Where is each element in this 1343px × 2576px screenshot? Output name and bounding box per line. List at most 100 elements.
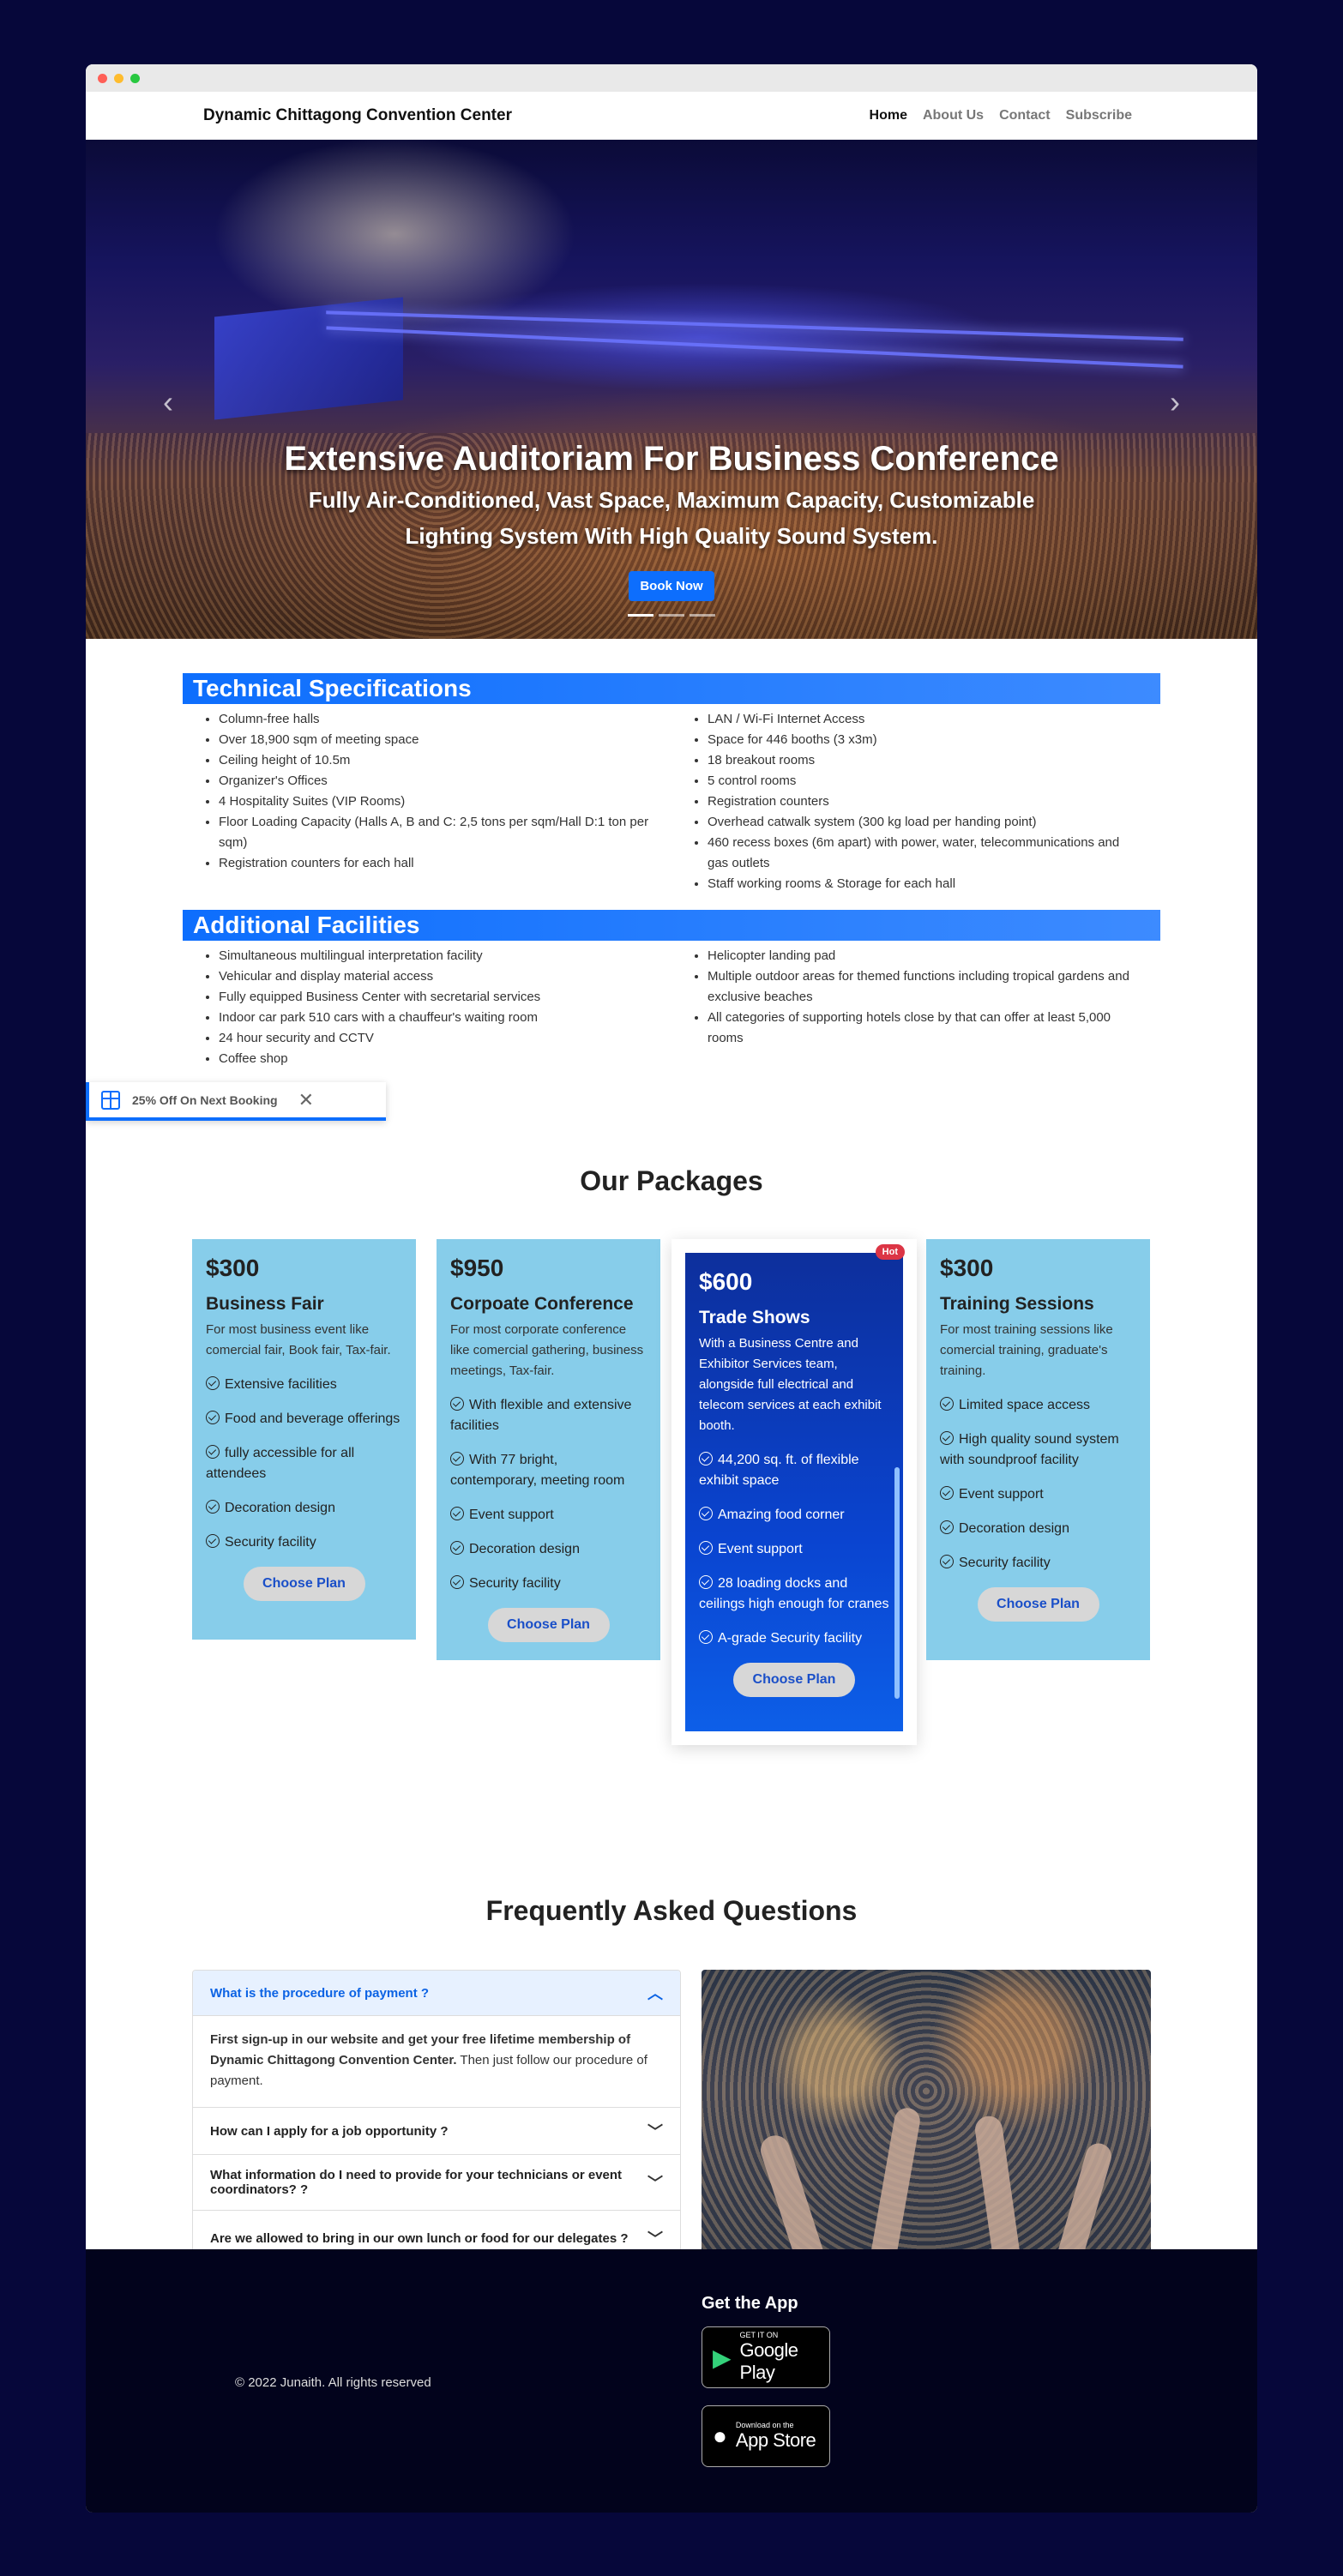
maximize-window-dot[interactable] bbox=[130, 73, 140, 83]
check-circle-icon bbox=[940, 1431, 954, 1445]
facilities-list-left: Simultaneous multilingual interpretation… bbox=[183, 946, 672, 1069]
hero-caption: Extensive Auditoriam For Business Confer… bbox=[86, 440, 1257, 601]
close-window-dot[interactable] bbox=[98, 73, 107, 83]
feature-item: Event support bbox=[940, 1484, 1136, 1505]
tech-list-right: LAN / Wi-Fi Internet Access Space for 44… bbox=[672, 709, 1160, 894]
feature-item: High quality sound system with soundproo… bbox=[940, 1431, 1119, 1467]
book-now-button[interactable]: Book Now bbox=[629, 571, 714, 601]
promo-toast[interactable]: 25% Off On Next Booking ✕ bbox=[86, 1082, 386, 1121]
faq-question[interactable]: What information do I need to provide fo… bbox=[193, 2155, 680, 2210]
chevron-up-icon: ︿ bbox=[647, 1985, 663, 2002]
feature-item: A-grade Security facility bbox=[699, 1628, 889, 1649]
feature-item: 44,200 sq. ft. of flexible exhibit space bbox=[699, 1452, 859, 1488]
list-item: Fully equipped Business Center with secr… bbox=[219, 987, 672, 1008]
faq-accordion: What is the procedure of payment ? ︿ Fir… bbox=[192, 1970, 681, 2266]
nav-about-us[interactable]: About Us bbox=[923, 108, 984, 123]
carousel-indicator[interactable] bbox=[690, 614, 715, 617]
package-card: $300 Business Fair For most business eve… bbox=[192, 1239, 416, 1640]
chevron-down-icon: ﹀ bbox=[647, 2123, 663, 2140]
feature-item: Decoration design bbox=[206, 1498, 402, 1519]
feature-item: Extensive facilities bbox=[206, 1375, 402, 1395]
scrollbar[interactable] bbox=[894, 1467, 900, 1699]
gift-icon bbox=[101, 1090, 120, 1110]
faq-answer: First sign-up in our website and get you… bbox=[193, 2015, 680, 2107]
package-desc: For most training sessions like comercia… bbox=[940, 1322, 1113, 1378]
package-name: Training Sessions bbox=[940, 1294, 1094, 1314]
check-circle-icon bbox=[940, 1555, 954, 1568]
feature-item: Security facility bbox=[450, 1574, 647, 1594]
feature-item: Event support bbox=[450, 1505, 647, 1526]
hero-subtitle: Fully Air-Conditioned, Vast Space, Maxim… bbox=[308, 487, 1035, 549]
carousel-indicator[interactable] bbox=[659, 614, 684, 617]
concert-crowd-image bbox=[702, 1970, 1151, 2273]
feature-item: Food and beverage offerings bbox=[206, 1409, 402, 1429]
check-circle-icon bbox=[450, 1452, 464, 1466]
package-name: Corpoate Conference bbox=[450, 1294, 634, 1314]
check-circle-icon bbox=[450, 1507, 464, 1520]
check-circle-icon bbox=[206, 1411, 220, 1424]
faq-item: What is the procedure of payment ? ︿ Fir… bbox=[193, 1971, 680, 2107]
list-item: Registration counters bbox=[708, 791, 1160, 812]
feature-item: With 77 bright, contemporary, meeting ro… bbox=[450, 1452, 625, 1488]
feature-item: 28 loading docks and ceilings high enoug… bbox=[699, 1575, 889, 1611]
check-circle-icon bbox=[699, 1452, 713, 1466]
package-price: $300 bbox=[206, 1255, 260, 1281]
feature-item: Decoration design bbox=[940, 1519, 1136, 1539]
minimize-window-dot[interactable] bbox=[114, 73, 123, 83]
check-circle-icon bbox=[450, 1397, 464, 1411]
list-item: 24 hour security and CCTV bbox=[219, 1028, 672, 1049]
specs-section: Technical Specifications Column-free hal… bbox=[86, 639, 1257, 1069]
carousel-indicator[interactable] bbox=[628, 614, 653, 617]
package-name: Trade Shows bbox=[699, 1308, 810, 1327]
check-circle-icon bbox=[940, 1397, 954, 1411]
facilities-list-right: Helicopter landing pad Multiple outdoor … bbox=[672, 946, 1160, 1069]
package-name: Business Fair bbox=[206, 1294, 324, 1314]
choose-plan-button[interactable]: Choose Plan bbox=[487, 1608, 610, 1642]
feature-item: Security facility bbox=[940, 1553, 1136, 1574]
nav-home[interactable]: Home bbox=[870, 108, 907, 123]
list-item: Column-free halls bbox=[219, 709, 672, 730]
package-desc: For most business event like comercial f… bbox=[206, 1322, 391, 1357]
navbar: Dynamic Chittagong Convention Center Hom… bbox=[86, 92, 1257, 140]
choose-plan-button[interactable]: Choose Plan bbox=[733, 1663, 855, 1697]
check-circle-icon bbox=[206, 1534, 220, 1548]
feature-item: Limited space access bbox=[940, 1395, 1136, 1416]
list-item: Over 18,900 sqm of meeting space bbox=[219, 730, 672, 750]
list-item: LAN / Wi-Fi Internet Access bbox=[708, 709, 1160, 730]
check-circle-icon bbox=[206, 1445, 220, 1459]
packages-title: Our Packages bbox=[580, 1165, 763, 1196]
feature-item: fully accessible for all attendees bbox=[206, 1445, 355, 1481]
faq-question[interactable]: How can I apply for a job opportunity ? … bbox=[193, 2108, 680, 2154]
list-item: Overhead catwalk system (300 kg load per… bbox=[708, 812, 1160, 833]
apple-icon: ● bbox=[713, 2423, 727, 2449]
nav-subscribe[interactable]: Subscribe bbox=[1066, 108, 1132, 123]
package-price: $950 bbox=[450, 1255, 504, 1281]
check-circle-icon bbox=[206, 1500, 220, 1514]
check-circle-icon bbox=[450, 1541, 464, 1555]
carousel-indicators bbox=[86, 614, 1257, 617]
brand-link[interactable]: Dynamic Chittagong Convention Center bbox=[203, 106, 512, 125]
close-icon[interactable]: ✕ bbox=[298, 1089, 314, 1111]
faq-item: How can I apply for a job opportunity ? … bbox=[193, 2107, 680, 2154]
footer: © 2022 Junaith. All rights reserved Get … bbox=[86, 2249, 1257, 2513]
check-circle-icon bbox=[699, 1630, 713, 1644]
list-item: Ceiling height of 10.5m bbox=[219, 750, 672, 771]
carousel-next-icon[interactable]: › bbox=[1170, 384, 1180, 420]
choose-plan-button[interactable]: Choose Plan bbox=[977, 1587, 1099, 1622]
nav-contact[interactable]: Contact bbox=[999, 108, 1051, 123]
package-desc: With a Business Centre and Exhibitor Ser… bbox=[699, 1336, 882, 1433]
faq-question[interactable]: What is the procedure of payment ? ︿ bbox=[193, 1971, 680, 2015]
package-card: $950 Corpoate Conference For most corpor… bbox=[437, 1239, 660, 1660]
window-titlebar bbox=[86, 64, 1257, 92]
list-item: Indoor car park 510 cars with a chauffeu… bbox=[219, 1008, 672, 1028]
browser-window: Dynamic Chittagong Convention Center Hom… bbox=[86, 64, 1257, 2513]
app-store-badge[interactable]: ● Download on the App Store bbox=[702, 2405, 830, 2467]
carousel-prev-icon[interactable]: ‹ bbox=[163, 384, 173, 420]
hero-title: Extensive Auditoriam For Business Confer… bbox=[284, 440, 1059, 478]
package-card-featured: $600 Trade Shows With a Business Centre … bbox=[672, 1239, 917, 1745]
google-play-badge[interactable]: ▶ GET IT ON Google Play bbox=[702, 2326, 830, 2388]
section-title: Additional Facilities bbox=[183, 910, 1160, 941]
google-play-icon: ▶ bbox=[713, 2344, 732, 2371]
choose-plan-button[interactable]: Choose Plan bbox=[243, 1567, 365, 1601]
chevron-down-icon: ﹀ bbox=[647, 2230, 663, 2248]
